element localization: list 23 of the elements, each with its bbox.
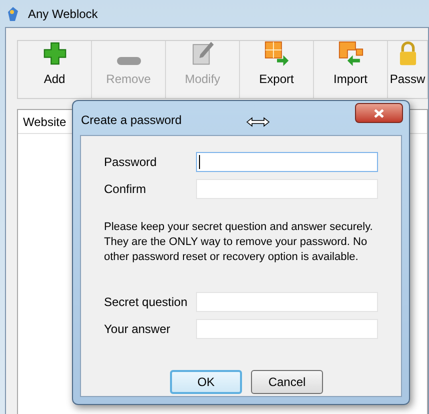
toolbar-button[interactable]: Add — [18, 41, 92, 98]
toolbar-button[interactable]: Import — [314, 41, 388, 98]
field-label: Password — [104, 154, 158, 170]
input-field[interactable] — [196, 152, 378, 172]
toolbar-button[interactable]: Export — [240, 41, 314, 98]
field-label: Secret question — [104, 294, 188, 310]
app-icon — [6, 6, 20, 22]
toolbar-button[interactable]: Passw — [388, 41, 428, 98]
grid-arrow-icon — [262, 41, 290, 66]
dialog-title: Create a password — [81, 112, 182, 129]
column-header[interactable]: Website — [18, 110, 72, 133]
security-notice: Please keep your secret question and answer securely. They are the ONLY way to remove your password. No other password reset or recovery option is available. — [104, 220, 374, 265]
dialog-button[interactable]: Cancel — [251, 370, 323, 394]
resize-cursor-icon — [246, 117, 270, 127]
plus-icon — [42, 41, 68, 66]
window-title: Any Weblock — [28, 6, 98, 22]
close-icon — [374, 108, 384, 118]
close-button[interactable] — [355, 103, 403, 123]
field-label: Your answer — [104, 320, 172, 338]
field-label: Confirm — [104, 180, 148, 198]
minus-icon — [116, 56, 142, 66]
dialog-button[interactable]: OK — [170, 370, 242, 394]
grid-arrow-icon — [336, 41, 364, 66]
